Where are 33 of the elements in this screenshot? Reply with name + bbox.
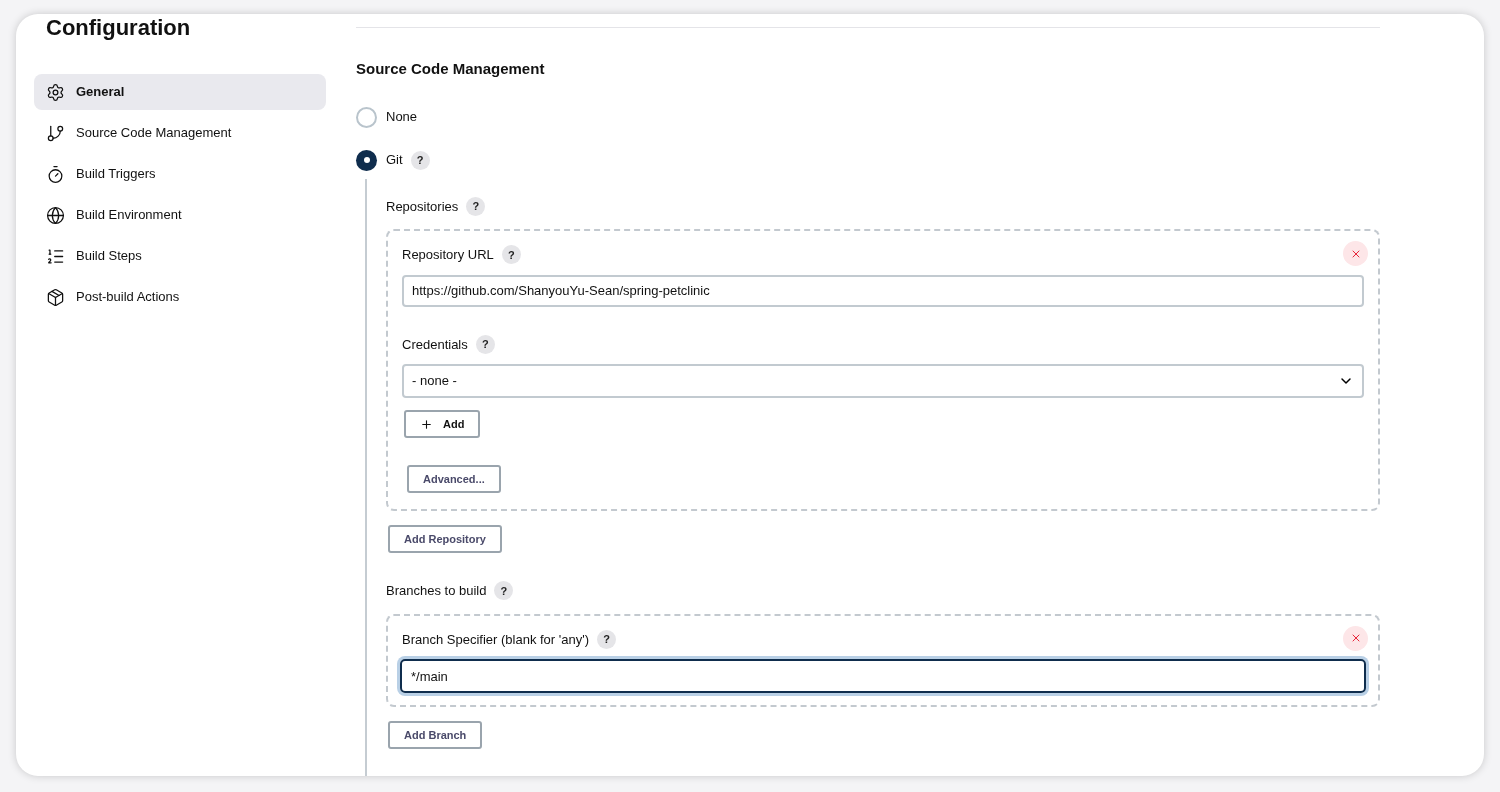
help-icon[interactable]: ? xyxy=(494,581,514,601)
help-icon[interactable]: ? xyxy=(410,150,430,170)
close-button[interactable] xyxy=(1343,625,1368,651)
field-label: Repositories xyxy=(386,197,459,216)
add-button[interactable]: Add xyxy=(404,410,481,438)
page-title: Configuration xyxy=(46,14,192,42)
gear-icon xyxy=(46,82,65,102)
radio-button[interactable] xyxy=(356,149,377,171)
timer-icon xyxy=(46,164,65,184)
radio-button[interactable] xyxy=(356,106,377,128)
add-branch-button[interactable]: Add Branch xyxy=(388,721,483,749)
field-label: Credentials xyxy=(402,335,468,354)
input-field[interactable]: */main xyxy=(400,659,1366,693)
close-button[interactable] xyxy=(1343,241,1368,266)
add-repository-button[interactable]: Add Repository xyxy=(388,525,502,553)
select-field[interactable]: - none - xyxy=(402,364,1364,398)
field-label: Branches to build xyxy=(386,582,487,600)
input-field[interactable]: https://github.com/ShanyouYu-Sean/spring-petclinic xyxy=(402,274,1364,307)
branch-icon xyxy=(46,123,65,143)
radio-label: None xyxy=(386,108,418,127)
field-label: Branch Specifier (blank for 'any') xyxy=(402,630,590,649)
help-icon[interactable]: ? xyxy=(501,245,521,265)
section-title: Source Code Management xyxy=(356,59,546,79)
advanced-button[interactable]: Advanced... xyxy=(407,465,501,493)
plus-icon xyxy=(420,417,433,431)
sidebar-item[interactable]: General xyxy=(34,74,326,110)
help-icon[interactable]: ? xyxy=(597,629,617,649)
field-label: Repository URL xyxy=(402,246,494,264)
package-icon xyxy=(46,287,65,307)
help-icon[interactable]: ? xyxy=(466,196,486,216)
globe-icon xyxy=(46,205,65,225)
radio-label: Git xyxy=(386,151,403,170)
help-icon[interactable]: ? xyxy=(475,334,495,354)
